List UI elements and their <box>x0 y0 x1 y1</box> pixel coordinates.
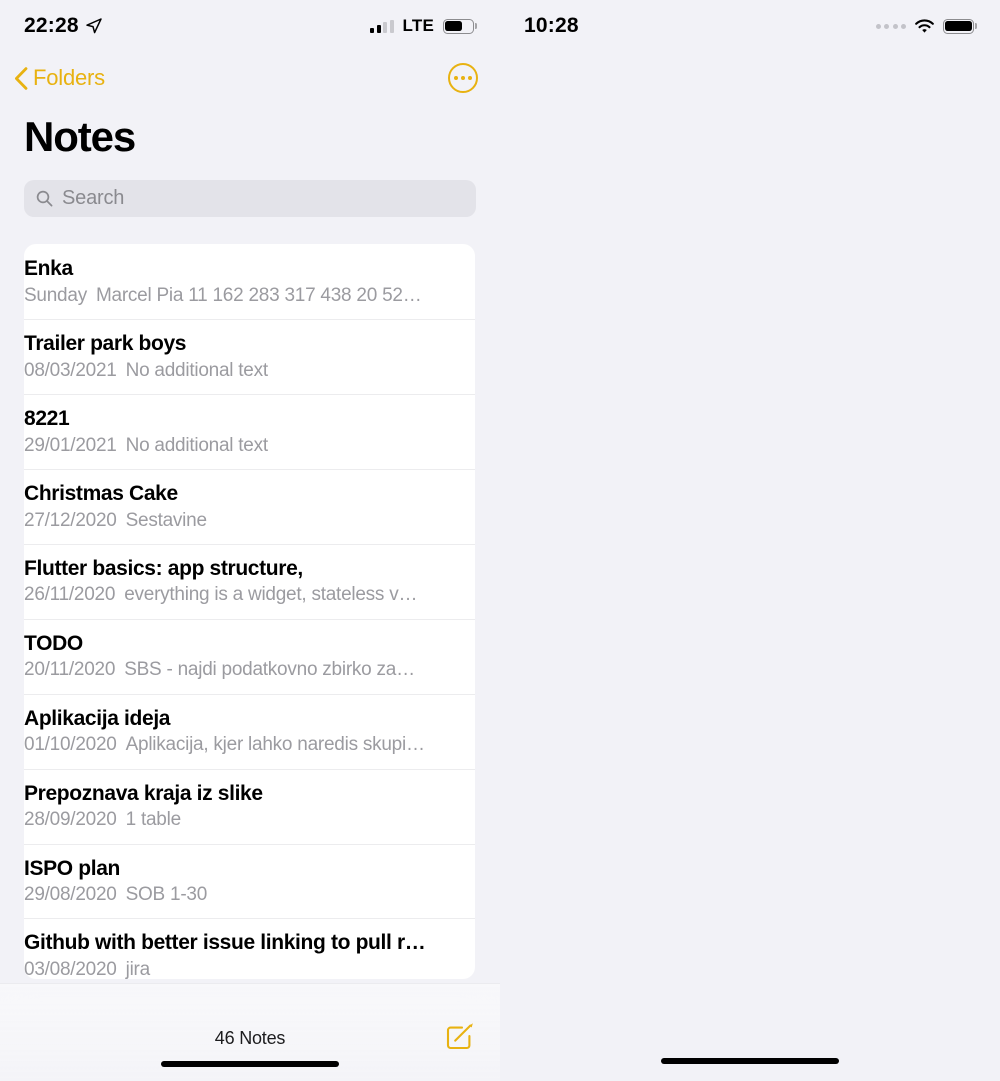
note-list-item[interactable]: Enka Sunday Marcel Pia 11 162 283 317 438 … <box>24 244 475 319</box>
note-preview: No additional text <box>125 434 269 456</box>
left-phone-panel: 22:28 LTE Folders Notes Search Enka Sund… <box>0 0 500 1081</box>
search-container: Search <box>0 158 500 217</box>
left-status-left-group: 22:28 <box>24 14 102 38</box>
note-subtitle: 03/08/2020 jira <box>24 957 475 979</box>
note-date: Sunday <box>24 284 87 306</box>
ellipsis-circle-icon[interactable] <box>448 63 478 93</box>
note-title: Flutter basics: app structure, <box>24 556 303 580</box>
note-subtitle: 27/12/2020 Sestavine <box>24 508 475 534</box>
note-subtitle: 28/09/2020 1 table <box>24 807 475 833</box>
note-title: Aplikacija ideja <box>24 706 171 730</box>
note-subtitle: 29/01/2021 No additional text <box>24 433 475 459</box>
note-subtitle: 08/03/2021 No additional text <box>24 358 475 384</box>
note-preview: SBS - najdi podatkovno zbirko za… <box>124 659 415 681</box>
left-status-right-group: LTE <box>370 16 478 36</box>
compose-note-icon[interactable] <box>444 1022 474 1052</box>
note-date: 27/12/2020 <box>24 509 117 531</box>
note-list-item[interactable]: Aplikacija ideja 01/10/2020 Aplikacija, kj… <box>24 693 475 769</box>
left-notes-list: Enka Sunday Marcel Pia 11 162 283 317 438 … <box>24 244 475 979</box>
left-nav-bar: Folders <box>0 52 500 104</box>
signal-dots-icon <box>875 23 906 29</box>
note-preview: Marcel Pia 11 162 283 317 438 20 52… <box>95 284 422 306</box>
right-status-bar: 10:28 <box>500 0 1000 52</box>
note-date: 20/11/2020 <box>24 659 116 681</box>
note-preview: Sestavine <box>125 509 207 531</box>
right-status-right-group <box>875 18 978 34</box>
note-subtitle: 26/11/2020 everything is a widget, statel… <box>24 582 475 608</box>
search-input[interactable]: Search <box>24 180 476 217</box>
home-indicator <box>661 1058 839 1064</box>
note-date: 29/01/2021 <box>24 434 117 456</box>
note-subtitle: 01/10/2020 Aplikacija, kjer lahko naredis… <box>24 732 475 758</box>
location-arrow-icon <box>85 18 102 34</box>
note-title: Trailer park boys <box>24 331 187 355</box>
carrier-label: LTE <box>402 16 434 35</box>
note-title: ISPO plan <box>24 856 121 880</box>
right-status-left-group: 10:28 <box>524 14 579 38</box>
note-list-item[interactable]: Christmas Cake 27/12/2020 Sestavine <box>24 468 475 544</box>
split-screen-container: 22:28 LTE Folders Notes Search Enka Sund… <box>0 0 1000 1081</box>
note-list-item[interactable]: Flutter basics: app structure, 26/11/2020… <box>24 543 475 619</box>
bottom-toolbar: 46 Notes <box>0 983 500 1081</box>
note-title: Github with better issue linking to pull… <box>24 931 426 955</box>
status-time: 10:28 <box>524 14 579 37</box>
right-page-title: Notes <box>500 52 1000 120</box>
note-title: Christmas Cake <box>24 481 178 505</box>
battery-icon <box>943 18 978 34</box>
note-list-item[interactable]: Trailer park boys 08/03/2021 No additional… <box>24 318 475 394</box>
note-subtitle: Sunday Marcel Pia 11 162 283 317 438 20 5… <box>24 283 475 309</box>
back-button-label: Folders <box>33 65 105 90</box>
chevron-left-icon <box>14 66 28 90</box>
note-preview: SOB 1-30 <box>125 884 208 906</box>
right-phone-panel: 10:28 Notes Note number 0Note num <box>500 0 1000 1081</box>
note-list-item[interactable]: ISPO plan 29/08/2020 SOB 1-30 <box>24 843 475 919</box>
note-title: Prepoznava kraja iz slike <box>24 781 263 805</box>
note-list-item[interactable]: Github with better issue linking to pull… <box>24 918 475 979</box>
note-preview: jira <box>125 959 151 979</box>
cellular-signal-icon <box>370 19 394 33</box>
search-icon <box>36 190 53 207</box>
note-date: 26/11/2020 <box>24 584 116 606</box>
home-indicator <box>161 1061 339 1067</box>
note-preview: No additional text <box>125 359 269 381</box>
note-subtitle: 29/08/2020 SOB 1-30 <box>24 882 475 908</box>
note-date: 08/03/2021 <box>24 359 117 381</box>
note-title: TODO <box>24 631 83 655</box>
note-date: 28/09/2020 <box>24 809 117 831</box>
note-date: 29/08/2020 <box>24 884 117 906</box>
note-date: 03/08/2020 <box>24 959 117 979</box>
left-page-title: Notes <box>24 113 136 160</box>
back-to-folders-button[interactable]: Folders <box>14 65 105 91</box>
note-list-item[interactable]: Prepoznava kraja iz slike 28/09/2020 1 tab… <box>24 768 475 844</box>
notes-count-label: 46 Notes <box>214 1028 286 1048</box>
note-list-item[interactable]: 8221 29/01/2021 No additional text <box>24 393 475 469</box>
note-list-item[interactable]: TODO 20/11/2020 SBS - najdi podatkovno zbi… <box>24 618 475 694</box>
note-subtitle: 20/11/2020 SBS - najdi podatkovno zbirko … <box>24 657 475 683</box>
note-preview: 1 table <box>125 809 182 831</box>
search-placeholder: Search <box>62 187 125 209</box>
wifi-icon <box>915 18 934 33</box>
note-title: Enka <box>24 257 73 280</box>
note-preview: everything is a widget, stateless v… <box>124 584 418 606</box>
status-time: 22:28 <box>24 14 79 37</box>
battery-icon <box>443 18 478 34</box>
note-preview: Aplikacija, kjer lahko naredis skupi… <box>125 734 425 756</box>
left-status-bar: 22:28 LTE <box>0 0 500 52</box>
note-date: 01/10/2020 <box>24 734 117 756</box>
note-title: 8221 <box>24 406 70 430</box>
